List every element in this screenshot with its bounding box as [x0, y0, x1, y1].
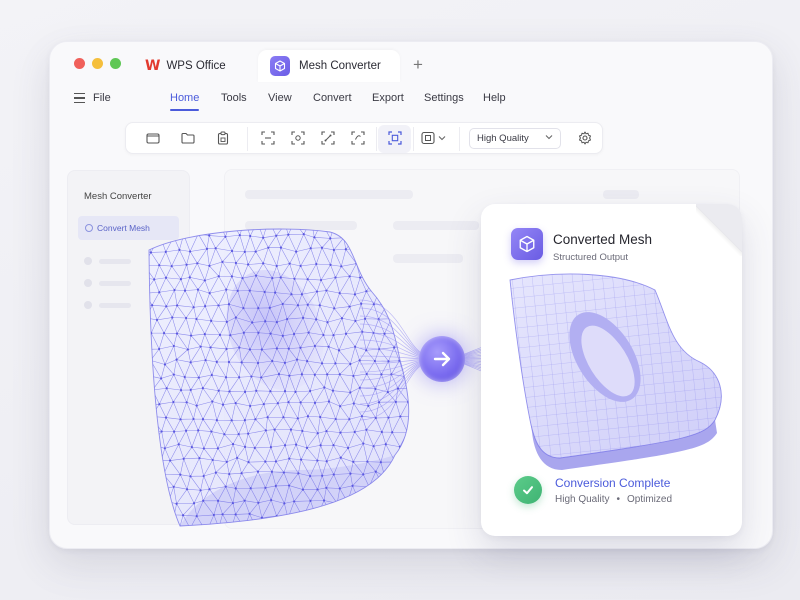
result-card: Converted Mesh Structured Output Convers… — [481, 204, 742, 536]
status-title: Conversion Complete — [555, 476, 671, 490]
convert-arrow-button[interactable] — [419, 336, 465, 382]
status-separator: • — [616, 494, 620, 505]
status-quality: High Quality — [555, 494, 610, 505]
source-mesh — [148, 228, 410, 527]
status-meta: High Quality • Optimized — [555, 494, 672, 505]
arrow-right-icon — [433, 351, 451, 367]
check-circle-icon — [514, 476, 542, 504]
status-detail: Optimized — [626, 494, 672, 505]
